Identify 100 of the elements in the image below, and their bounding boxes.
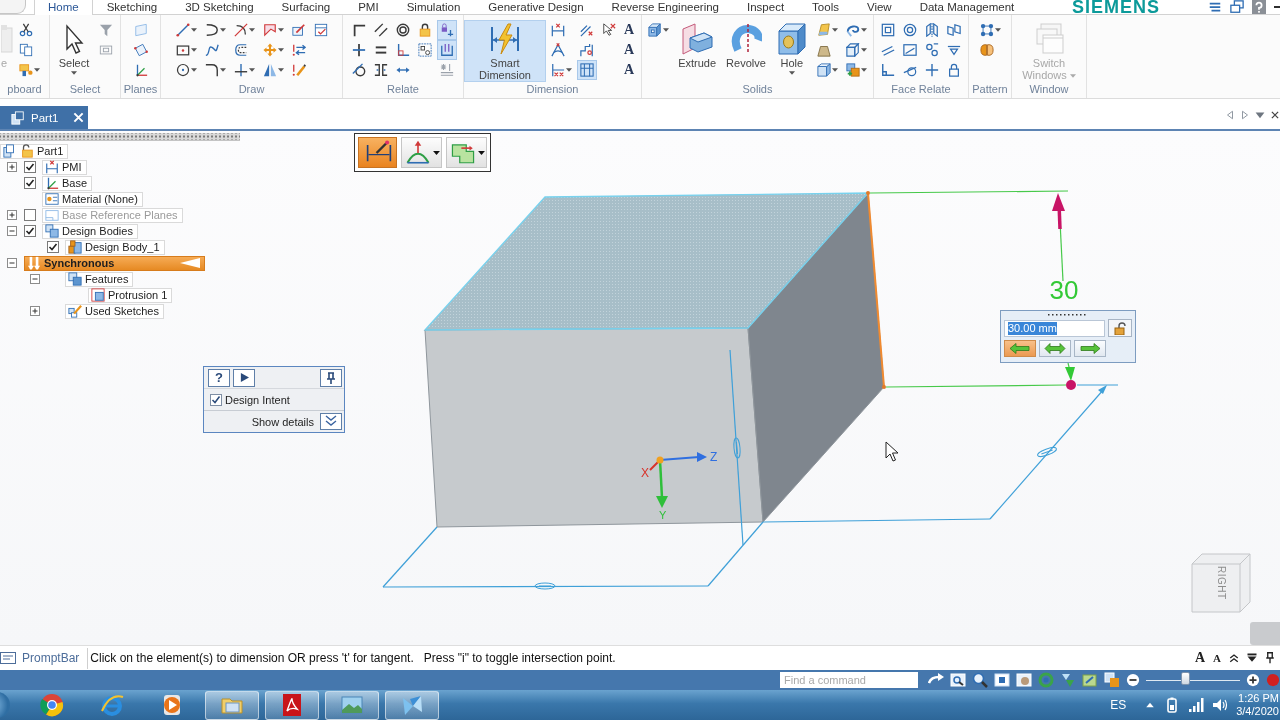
ring-dot-icon[interactable]: [1038, 672, 1054, 688]
tangent-icon: [352, 63, 366, 77]
menu-tab[interactable]: Home: [34, 0, 93, 15]
caret-icon: [190, 68, 197, 72]
grid-icon: [580, 63, 594, 77]
ribbon-button[interactable]: Select: [54, 20, 94, 82]
play-button[interactable]: [233, 368, 255, 387]
circle-pair-icon: [925, 43, 939, 57]
checkbox[interactable]: [24, 177, 36, 189]
double-chevron-icon: [320, 413, 342, 430]
swap-arrows-icon: [291, 43, 306, 57]
expand-icon[interactable]: [7, 162, 17, 172]
sheet-pencil-icon: [291, 23, 306, 37]
font-size-button[interactable]: A: [1212, 651, 1222, 665]
dimension-input[interactable]: 30.00 mm: [1004, 319, 1106, 337]
expand-icon[interactable]: [30, 306, 40, 316]
overlapping-squares-icon[interactable]: [1104, 672, 1120, 688]
checkbox[interactable]: [210, 393, 222, 406]
tree-item[interactable]: Design Body_1: [65, 239, 165, 255]
dashed-frame-icon: [418, 43, 432, 57]
taskbar-app-button[interactable]: [325, 690, 379, 720]
scroll-left-icon[interactable]: [1225, 110, 1235, 120]
ribbon-button[interactable]: Hole: [771, 20, 812, 82]
checkbox[interactable]: [24, 161, 36, 173]
document-tab[interactable]: Part1: [0, 106, 88, 129]
command-button[interactable]: [446, 137, 487, 168]
tree-item[interactable]: Protrusion 1: [88, 287, 173, 303]
pin-button[interactable]: [320, 368, 342, 387]
tree-item[interactable]: Synchronous: [24, 255, 205, 271]
command-search-field[interactable]: Find a command: [780, 672, 918, 688]
tree-item[interactable]: Features: [65, 271, 134, 287]
checkbox[interactable]: [24, 209, 36, 221]
tool-button[interactable]: [415, 40, 435, 60]
ribbon-group-label: Solids: [741, 82, 774, 97]
target-icon: [903, 23, 917, 37]
tool-button[interactable]: A: [621, 20, 641, 40]
equal-icon: [374, 43, 388, 57]
cube-icon: [816, 63, 831, 77]
ribbon-button[interactable]: Extrude: [674, 20, 721, 82]
lock-button[interactable]: [1108, 319, 1132, 337]
lightning-dimension-icon: [489, 23, 521, 55]
caret-icon: [277, 48, 284, 52]
overlapping-squares-icon: [845, 63, 860, 77]
help-button[interactable]: ?: [208, 368, 230, 387]
font-size-button[interactable]: A: [1193, 651, 1207, 665]
pane-splitter[interactable]: [0, 133, 240, 141]
handle-dot[interactable]: [1066, 380, 1076, 390]
expand-icon[interactable]: [7, 210, 17, 220]
command-button[interactable]: [358, 137, 397, 168]
checkbox[interactable]: [24, 225, 36, 237]
slashed-box-icon[interactable]: [1082, 672, 1098, 688]
tree-item[interactable]: Used Sketches: [65, 303, 164, 319]
zoom-area-icon[interactable]: [950, 672, 966, 688]
caret-icon: [190, 28, 197, 32]
tree-item[interactable]: Part1: [0, 143, 69, 159]
collapse-icon[interactable]: [7, 258, 17, 268]
ribbon-button[interactable]: Smart Dimension: [464, 20, 546, 82]
double-caret-up-icon[interactable]: [1228, 652, 1240, 664]
pointer-triangle-icon: [180, 258, 200, 268]
taskbar-app-button[interactable]: [265, 690, 319, 720]
coordinate-triad: [649, 452, 707, 508]
checkbox[interactable]: [47, 241, 59, 253]
tool-button[interactable]: A: [621, 60, 641, 80]
language-indicator[interactable]: ES: [1110, 698, 1127, 712]
dropdown-bar-icon[interactable]: [1246, 652, 1258, 664]
direction-button[interactable]: [1074, 340, 1106, 357]
tree-item[interactable]: Material (None): [42, 191, 143, 207]
show-details-button[interactable]: Show details: [204, 411, 344, 432]
signal-bars-icon[interactable]: [1188, 697, 1205, 713]
tree-item[interactable]: Base: [42, 175, 93, 191]
tool-button[interactable]: A: [621, 40, 641, 60]
window-check-icon: [313, 23, 328, 37]
dropdown-icon[interactable]: [1255, 110, 1265, 120]
close-icon[interactable]: [1270, 110, 1280, 120]
direction-button[interactable]: [1004, 340, 1036, 357]
taskbar-app-button[interactable]: [205, 690, 259, 720]
command-button[interactable]: [401, 137, 442, 168]
windows-stack-icon[interactable]: [1230, 0, 1244, 14]
tree-item[interactable]: PMI: [42, 159, 87, 175]
ribbon-options-icon[interactable]: [1208, 0, 1222, 14]
ribbon-group-label: Window: [1028, 82, 1070, 97]
taskbar-app-button[interactable]: [385, 690, 439, 720]
scroll-right-icon[interactable]: [1240, 110, 1250, 120]
zoom-icon[interactable]: [972, 672, 988, 688]
help-icon[interactable]: [1252, 0, 1266, 14]
pin-icon[interactable]: [1264, 652, 1276, 664]
speaker-icon[interactable]: [1212, 697, 1229, 713]
zoom-slider-thumb[interactable]: [1180, 671, 1190, 685]
tree-item[interactable]: Design Bodies: [42, 223, 138, 239]
zoom-out-icon[interactable]: [1126, 673, 1140, 687]
slant-box-icon: [903, 43, 917, 57]
triangles-icon[interactable]: [1060, 672, 1076, 688]
zoom-in-icon[interactable]: [1246, 673, 1260, 687]
ribbon-button[interactable]: Revolve: [722, 20, 770, 82]
collapse-icon[interactable]: [7, 226, 17, 236]
direction-button[interactable]: [1039, 340, 1071, 357]
collapse-icon[interactable]: [30, 274, 40, 284]
framed-square-icon[interactable]: [994, 672, 1010, 688]
caret-icon: [248, 68, 255, 72]
clock[interactable]: 1:26 PM 3/4/2020: [1236, 692, 1280, 718]
